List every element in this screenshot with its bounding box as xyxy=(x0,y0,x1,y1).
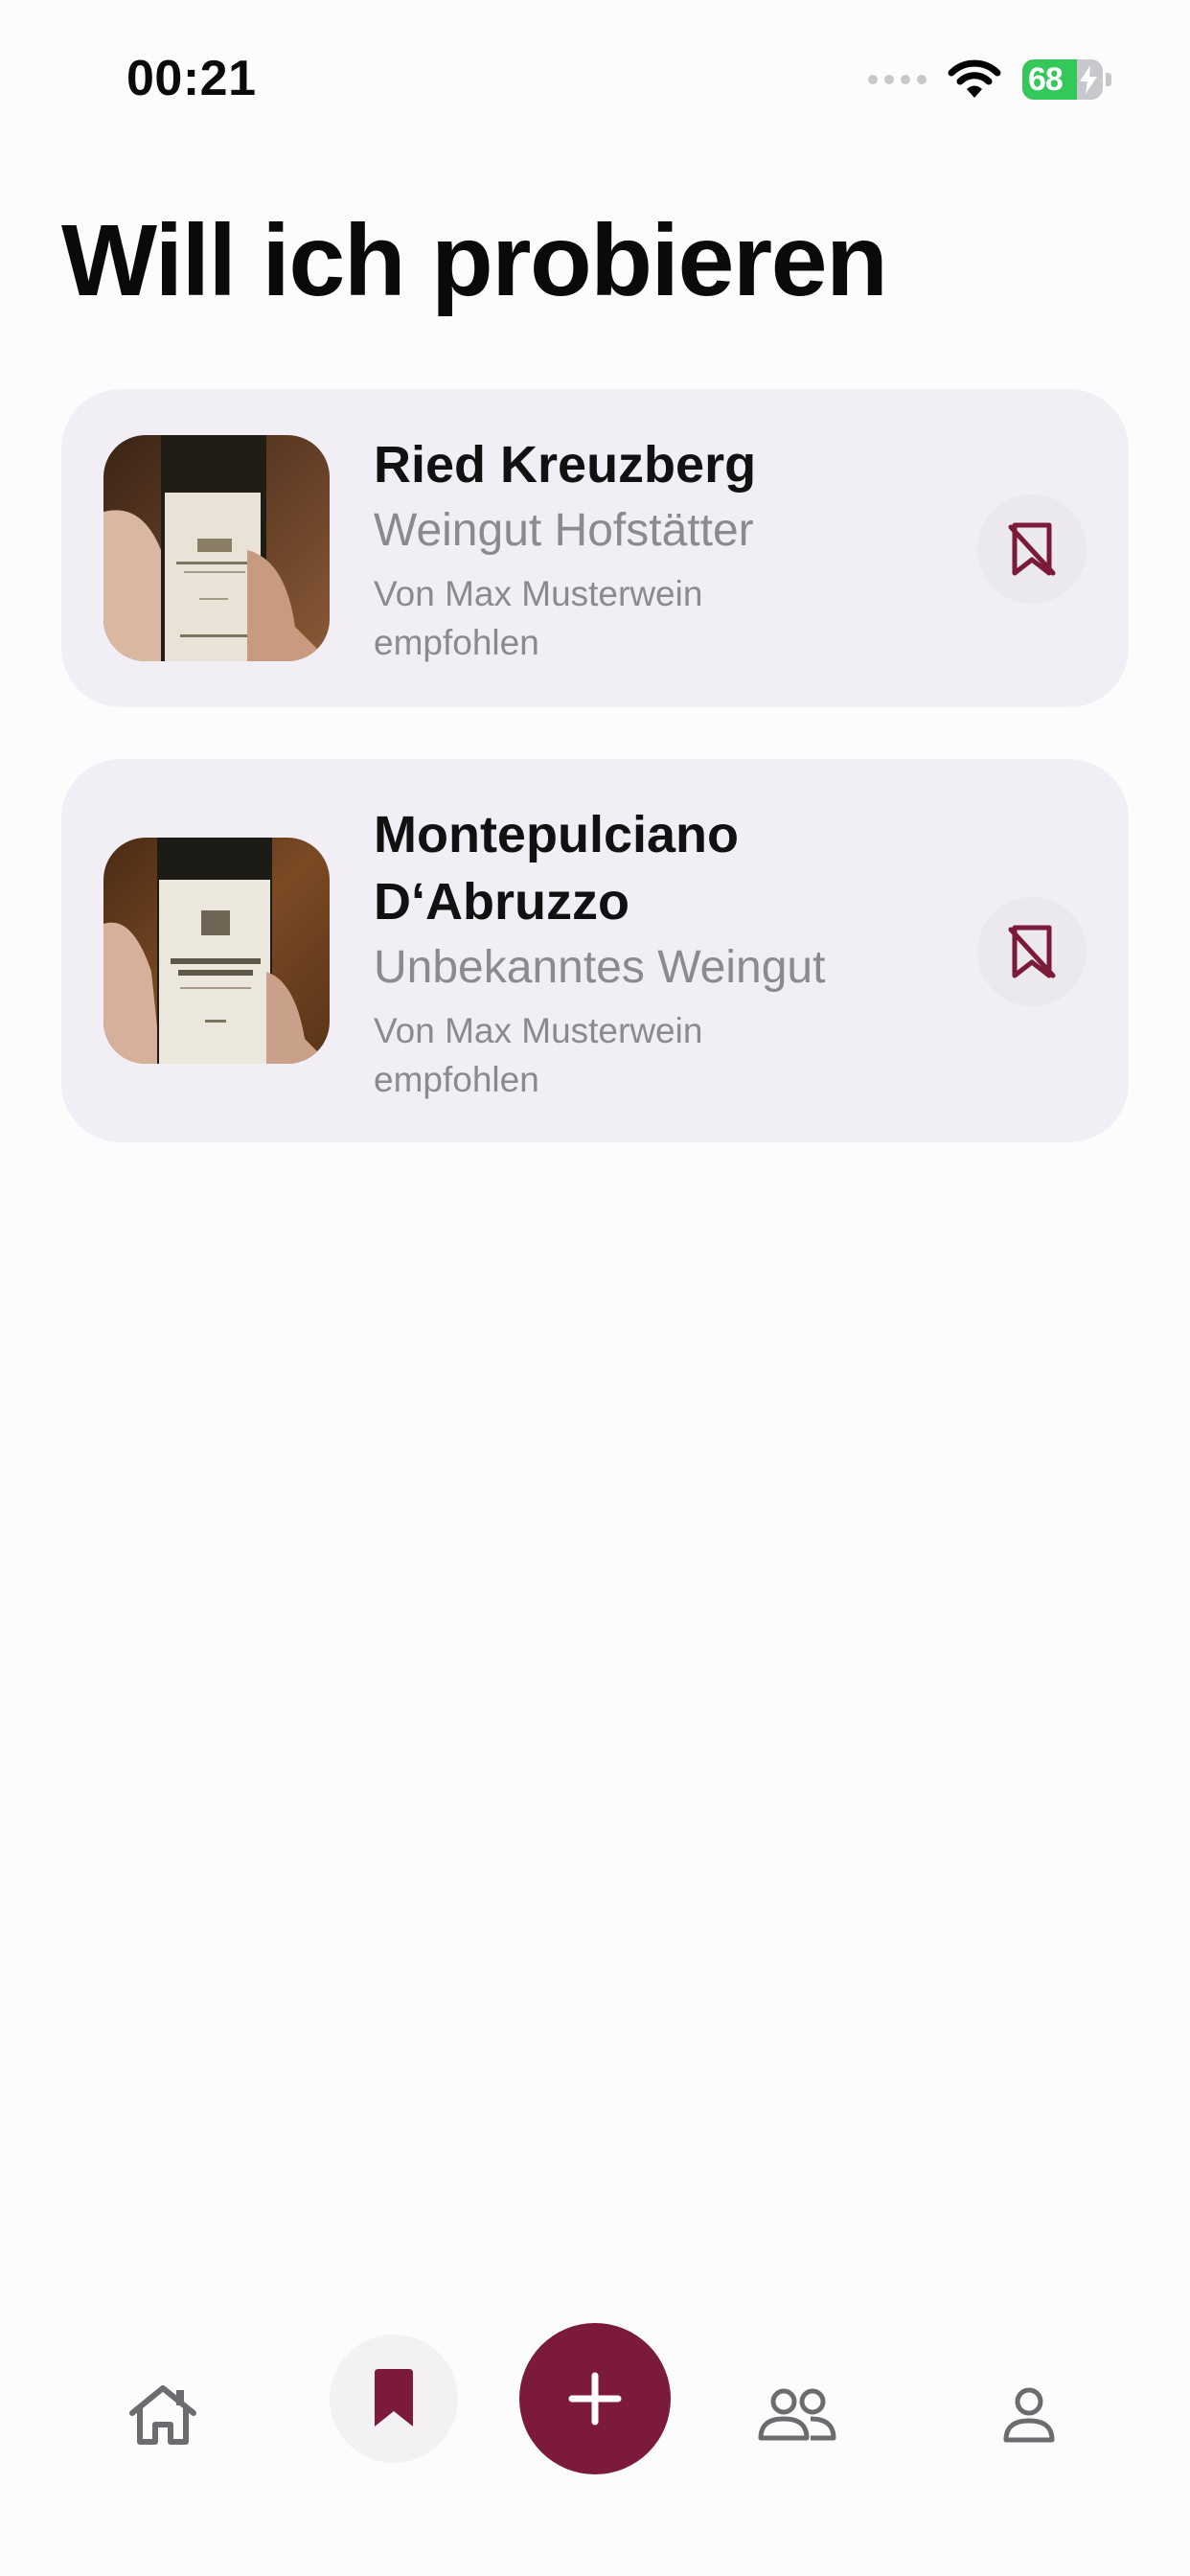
home-icon xyxy=(129,2385,196,2445)
wine-info: Montepulciano D‘Abruzzo Unbekanntes Wein… xyxy=(374,801,872,1104)
tab-profile[interactable] xyxy=(981,2367,1077,2463)
battery-percentage: 68 xyxy=(1028,60,1064,98)
bolt-icon xyxy=(1080,65,1097,94)
plus-icon xyxy=(568,2372,622,2426)
battery-level: 68 xyxy=(1022,59,1103,100)
bookmark-slash-icon xyxy=(1008,925,1056,978)
battery-charging-icon: 68 xyxy=(1022,59,1111,100)
people-icon xyxy=(758,2388,836,2441)
remove-bookmark-button[interactable] xyxy=(977,897,1087,1006)
wine-photo xyxy=(103,435,330,661)
tab-friends[interactable] xyxy=(749,2367,845,2463)
wine-name: Ried Kreuzberg xyxy=(374,436,757,494)
wifi-icon xyxy=(948,59,1001,98)
winery-name: Weingut Hofstätter xyxy=(374,505,754,556)
status-time: 00:21 xyxy=(126,51,257,106)
tab-saved[interactable] xyxy=(330,2334,458,2463)
remove-bookmark-button[interactable] xyxy=(977,494,1087,604)
bookmark-icon xyxy=(375,2369,413,2426)
wine-info: Ried Kreuzberg Weingut Hofstätter Von Ma… xyxy=(374,431,872,667)
recommended-by: Von Max Musterwein empfohlen xyxy=(374,1011,703,1099)
wine-photo xyxy=(103,838,330,1064)
bookmark-slash-icon xyxy=(1008,522,1056,576)
signal-dots-icon xyxy=(868,75,927,84)
wishlist-card[interactable]: Ried Kreuzberg Weingut Hofstätter Von Ma… xyxy=(61,389,1129,707)
battery-cap xyxy=(1106,73,1111,86)
person-icon xyxy=(1003,2387,1055,2443)
tab-bar xyxy=(0,2296,1190,2576)
winery-name: Unbekanntes Weingut xyxy=(374,942,826,993)
screen: 00:21 68 Will ich probieren Ried Kreuzbe… xyxy=(0,0,1190,2576)
page-title: Will ich probieren xyxy=(61,204,888,317)
wishlist-card[interactable]: Montepulciano D‘Abruzzo Unbekanntes Wein… xyxy=(61,759,1129,1142)
tab-home[interactable] xyxy=(115,2367,211,2463)
add-button[interactable] xyxy=(519,2323,671,2474)
recommended-by: Von Max Musterwein empfohlen xyxy=(374,574,703,662)
wine-name: Montepulciano D‘Abruzzo xyxy=(374,806,739,931)
status-icons: 68 xyxy=(868,59,1111,100)
